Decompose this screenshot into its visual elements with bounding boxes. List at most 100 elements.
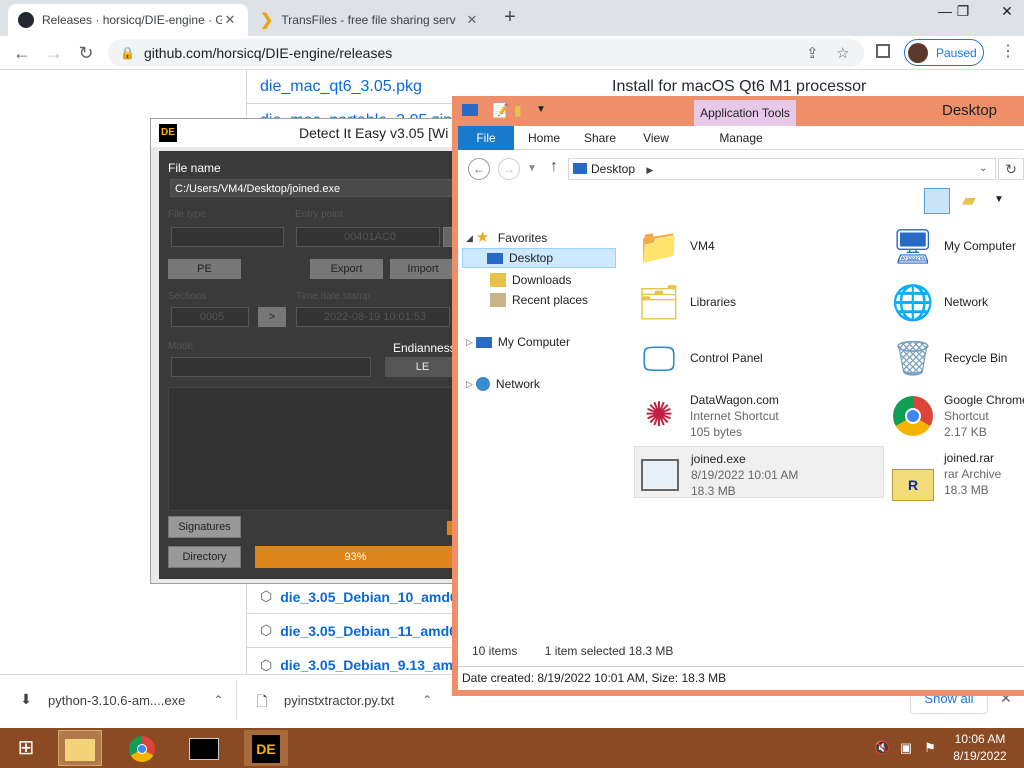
bookmark-star-icon[interactable]: ☆ — [836, 44, 849, 62]
close-icon[interactable]: ✕ — [222, 12, 238, 28]
asset-link[interactable]: die_mac_qt6_3.05.pkg — [260, 78, 422, 96]
menu-icon[interactable]: ⋮ — [1000, 41, 1016, 61]
nav-desktop[interactable]: Desktop — [462, 248, 616, 268]
chevron-right-icon[interactable]: ▶ — [646, 165, 653, 175]
address-field[interactable]: Desktop ▶ ⌄ — [568, 158, 996, 180]
pe-button[interactable]: PE — [168, 259, 241, 279]
package-icon: ⬡ — [260, 588, 273, 604]
side-panel-icon[interactable] — [876, 44, 890, 58]
preview-pane-icon[interactable] — [924, 188, 950, 214]
back-arrow-icon[interactable]: ← — [468, 158, 490, 180]
download-item[interactable]: ⬇ python-3.10.6-am....exe ⌃ — [18, 680, 223, 720]
desktop-item[interactable]: 🖥 My Computer — [888, 220, 1024, 272]
sections-next-button[interactable]: > — [258, 307, 286, 327]
start-button[interactable]: ⊞ — [4, 730, 48, 766]
item-name: Google Chrome — [944, 393, 1024, 407]
window-close-button[interactable]: ✕ — [992, 0, 1022, 22]
folder-options-icon[interactable]: ▰ — [962, 190, 976, 211]
chrome-taskbar-icon[interactable] — [120, 730, 164, 766]
chevron-up-icon[interactable]: ⌃ — [213, 693, 223, 707]
file-type-field[interactable] — [171, 227, 284, 247]
network-status-icon[interactable]: ▣ — [898, 740, 914, 756]
recent-places-icon — [490, 293, 506, 307]
volume-muted-icon[interactable]: 🔇 — [874, 740, 890, 756]
desktop-item[interactable]: 🗂 Libraries — [634, 276, 884, 328]
desktop-item[interactable]: 🗑 Recycle Bin — [888, 332, 1024, 384]
expand-icon[interactable]: ▷ — [466, 379, 473, 390]
file-type-label: File type — [168, 209, 206, 220]
download-item[interactable]: 🗋 pyinstxtractor.py.txt ⌃ — [254, 680, 432, 720]
desktop-item[interactable]: joined.exe 8/19/2022 10:01 AM 18.3 MB — [634, 446, 884, 498]
tab-releases[interactable]: Releases · horsicq/DIE-engine · G ✕ — [8, 4, 248, 36]
refresh-button[interactable]: ↻ — [998, 158, 1024, 180]
share-icon[interactable]: ⇪ — [806, 44, 819, 62]
network-icon — [475, 377, 490, 391]
tab-view[interactable]: View — [634, 126, 678, 150]
expand-icon[interactable]: ◢ — [466, 233, 473, 244]
avatar — [908, 42, 928, 63]
nav-my-computer[interactable]: ▷ My Computer — [466, 332, 570, 352]
desktop-item[interactable]: 🖵 Control Panel — [634, 332, 884, 384]
die-body: File name C:/Users/VM4/Desktop/joined.ex… — [159, 151, 460, 579]
address-bar[interactable]: 🔒 github.com/horsicq/DIE-engine/releases… — [108, 39, 864, 67]
new-tab-button[interactable]: + — [498, 6, 522, 29]
forward-arrow-icon[interactable]: → — [498, 158, 520, 180]
recent-locations-icon[interactable]: ▼ — [522, 158, 542, 180]
nav-favorites[interactable]: ◢ ★ Favorites — [466, 228, 547, 248]
close-icon[interactable]: ✕ — [464, 12, 480, 28]
die-taskbar-icon[interactable]: DE — [244, 730, 288, 766]
cmd-taskbar-icon[interactable] — [182, 730, 226, 766]
import-button[interactable]: Import — [390, 259, 456, 279]
forward-button[interactable]: → — [42, 41, 66, 65]
file-name-field[interactable]: C:/Users/VM4/Desktop/joined.exe — [170, 179, 460, 197]
asset-link[interactable]: die_3.05_Debian_11_amd64 — [280, 623, 464, 639]
tab-file[interactable]: File — [458, 126, 514, 150]
internet-shortcut-icon: ✺ — [644, 396, 674, 434]
chevron-up-icon[interactable]: ⌃ — [422, 693, 432, 707]
back-button[interactable]: ← — [10, 41, 34, 65]
clock-time: 10:06 AM — [954, 732, 1006, 746]
properties-icon[interactable]: 📝 — [492, 102, 509, 119]
endianness-field[interactable]: LE — [385, 357, 456, 377]
desktop-item[interactable]: R joined.rar rar Archive 18.3 MB — [888, 446, 1024, 501]
action-center-icon[interactable]: ⚑ — [922, 740, 938, 756]
time-date-field[interactable]: 2022-08-19 10:01:53 — [296, 307, 450, 327]
tab-home[interactable]: Home — [522, 126, 566, 150]
expand-icon[interactable]: ▷ — [466, 337, 473, 348]
nav-label: Recent places — [512, 293, 589, 307]
directory-button[interactable]: Directory — [168, 546, 241, 568]
mode-field[interactable] — [171, 357, 371, 377]
sections-field[interactable]: 0005 — [171, 307, 249, 327]
exe-icon — [635, 451, 685, 497]
reload-button[interactable]: ↻ — [74, 41, 98, 65]
chevron-down-icon[interactable]: ▼ — [994, 194, 1004, 205]
status-bar: 10 items 1 item selected 18.3 MB — [472, 644, 673, 658]
export-button[interactable]: Export — [310, 259, 383, 279]
desktop-item[interactable]: Google Chrome Shortcut 2.17 KB — [888, 388, 1024, 440]
up-arrow-icon[interactable]: ↑ — [544, 158, 564, 176]
file-explorer-taskbar-icon[interactable] — [58, 730, 102, 766]
desktop-item[interactable]: 🌐 Network — [888, 276, 1024, 328]
item-name: Control Panel — [690, 351, 763, 365]
tab-manage[interactable]: Manage — [704, 126, 778, 150]
nav-label: My Computer — [497, 335, 570, 349]
entry-point-field[interactable]: 00401AC0 — [296, 227, 440, 247]
nav-downloads[interactable]: Downloads — [466, 270, 571, 290]
item-name: joined.rar — [944, 451, 995, 465]
tab-transfiles[interactable]: ❯ TransFiles - free file sharing serv ✕ — [250, 4, 490, 36]
asset-link[interactable]: die_3.05_Debian_10_amd64 — [280, 589, 465, 605]
nav-recent[interactable]: Recent places — [466, 290, 588, 310]
desktop-item[interactable]: ✺ DataWagon.com Internet Shortcut 105 by… — [634, 388, 884, 440]
signatures-button[interactable]: Signatures — [168, 516, 241, 538]
chevron-down-icon[interactable]: ▼ — [536, 104, 546, 115]
download-name: pyinstxtractor.py.txt — [284, 692, 395, 708]
tab-share[interactable]: Share — [578, 126, 622, 150]
folder-icon[interactable]: ▮ — [514, 102, 522, 119]
asset-link[interactable]: die_3.05_Debian_9.13_amd — [280, 657, 461, 673]
taskbar-clock[interactable]: 10:06 AM 8/19/2022 — [940, 731, 1020, 765]
nav-network[interactable]: ▷ Network — [466, 374, 540, 394]
restore-button[interactable]: ❐ — [948, 0, 978, 22]
chevron-down-icon[interactable]: ⌄ — [979, 159, 987, 179]
desktop-item[interactable]: 📁 VM4 — [634, 220, 884, 272]
profile-button[interactable]: Paused — [904, 39, 984, 66]
